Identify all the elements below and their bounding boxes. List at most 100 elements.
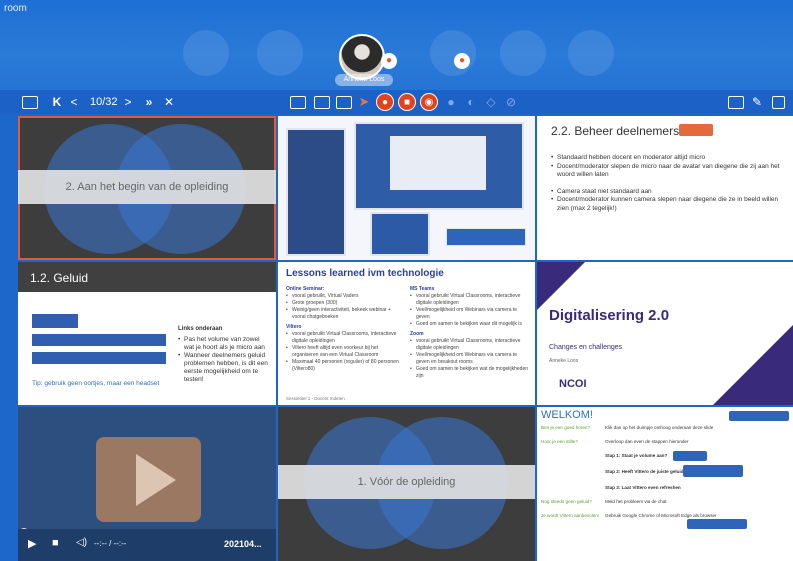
screenshot-image (446, 228, 526, 246)
play-overlay-icon[interactable] (136, 454, 176, 506)
avatar-slot[interactable] (500, 30, 546, 76)
bullet-item: Maximaal 40 personen (regulier) of 80 pe… (286, 359, 404, 373)
media-icon[interactable] (336, 96, 352, 109)
bullet-item: Weinig/geen interactiviteit, bekeek webi… (286, 307, 404, 321)
slide-thumbnail[interactable]: WELKOM! Ben je een goed horen? Klik dan o… (537, 407, 793, 561)
presenter-name: Anneke Loos (335, 74, 393, 86)
slide-toolbar: K < 10/32 > » ✕ ➤ ● ■ ◉ ● ◐ ◇ ⊘ ✎ (0, 90, 793, 114)
column-heading: MS Teams (410, 286, 435, 292)
play-icon[interactable]: ▶ (28, 537, 36, 550)
bullet-list: Standaard hebben docent en moderator alt… (551, 154, 787, 213)
row-question: Ben je een goed horen? (541, 425, 591, 430)
bullet-item: vooral gebruikt Virtual Classrooms, inte… (286, 331, 404, 345)
bullet-item: Docent/moderator slepen de micro naar de… (551, 163, 787, 180)
screen-share-icon[interactable] (314, 96, 330, 109)
presenter-credit: Anneke Loos (549, 358, 579, 364)
avatar-slot[interactable] (257, 30, 303, 76)
slide-footer: Sessietitel 1 - Docent Indeten (286, 396, 345, 401)
slide-thumbnail[interactable]: 1. Vóór de opleiding (278, 407, 535, 561)
slide-thumbnail[interactable]: 1.2. Geluid Links onderaan Pas het volum… (18, 262, 276, 405)
row-answer: Meld het probleem via de chat (605, 499, 667, 504)
video-title: 202104... (224, 539, 262, 549)
nav-first-icon[interactable]: K (50, 94, 64, 110)
slide-thumbnail[interactable] (278, 116, 535, 260)
slide-grid: 2. Aan het begin van de opleiding 2.2. B… (18, 116, 793, 561)
screenshot-image (687, 519, 747, 529)
slide-view-icon[interactable] (22, 96, 38, 109)
slide-title: WELKOM! (541, 409, 593, 421)
screenshot-image (673, 451, 707, 461)
row-answer: Overloop dan even de stappen hieronder (605, 439, 689, 444)
layout-icon[interactable]: ● (444, 94, 458, 110)
stop-icon[interactable]: ■ (52, 537, 59, 549)
video-thumbnail[interactable]: ▶ ■ ◁) --:-- / --:-- 202104... (18, 407, 276, 561)
video-controls: ▶ ■ ◁) --:-- / --:-- 202104... (18, 529, 276, 561)
box-heading: Links onderaan (178, 326, 223, 332)
slide-thumbnail[interactable]: 2.2. Beheer deelnemers Standaard hebben … (537, 116, 793, 260)
screenshot-image (32, 334, 166, 346)
avatar-slot[interactable] (183, 30, 229, 76)
right-column: MS Teams vooral gebruikt Virtual Classro… (410, 286, 528, 380)
slide-subtitle: Changes en challenges (549, 344, 623, 351)
screenshot-image (32, 352, 166, 364)
column-heading: Viltero (286, 324, 302, 330)
bullet-item: Veel/mogelijkheid om Webinars via camera… (410, 307, 528, 321)
nav-last-icon[interactable]: » (142, 94, 156, 110)
slide-title: 2.2. Beheer deelnemers (551, 124, 680, 138)
presenter-area: room Anneke Loos ● ● (0, 0, 793, 90)
bullet-list: vooral gebruikt Virtual Classrooms, inte… (410, 293, 528, 328)
bullet-list: vooral gebruikt Virtual Classrooms, inte… (286, 331, 404, 373)
ncoi-logo: NCOI (559, 378, 587, 390)
bullet-item: Viltero heeft altijd even voorkeur bij h… (286, 345, 404, 359)
screenshot-image (729, 411, 789, 421)
mic-icon[interactable]: ● (376, 93, 394, 111)
whiteboard-icon[interactable] (290, 96, 306, 109)
screenshot-image (354, 122, 524, 210)
window-icon[interactable] (728, 96, 744, 109)
slide-title: Digitalisering 2.0 (549, 307, 670, 324)
slide-title: 1. Vóór de opleiding (278, 465, 535, 499)
layout-icon[interactable]: ◇ (484, 94, 498, 110)
record-icon[interactable]: ◉ (420, 93, 438, 111)
slide-thumbnail[interactable]: Lessons learned ivm technologie Online S… (278, 262, 535, 405)
bullet-item: vooral gebruikt, Virtual Vaders (286, 293, 404, 300)
clipboard-icon[interactable] (772, 96, 785, 109)
bullet-list: vooral gebruikt Virtual Classrooms, inte… (410, 338, 528, 380)
nav-prev-icon[interactable]: < (68, 94, 80, 110)
bullet-list: vooral gebruikt, Virtual Vaders Grote gr… (286, 293, 404, 321)
avatar-slot[interactable] (568, 30, 614, 76)
welcome-steps: Ben je een goed horen? Klik dan op het du… (541, 425, 789, 519)
layout-icon[interactable]: ◐ (464, 94, 478, 110)
screenshot-image (32, 314, 78, 328)
room-label: room (4, 3, 27, 14)
row-answer: Klik dan op het duimpje omhoog onderaan … (605, 425, 714, 430)
bullet-item: vooral gebruikt Virtual Classrooms, inte… (410, 293, 528, 307)
slide-thumbnail[interactable]: Digitalisering 2.0 Changes en challenges… (537, 262, 793, 405)
mic-icon (679, 124, 713, 136)
camera-icon[interactable]: ■ (398, 93, 416, 111)
slide-title: Lessons learned ivm technologie (286, 268, 444, 279)
volume-icon[interactable]: ◁) (76, 537, 87, 548)
layout-icon[interactable]: ⊘ (504, 94, 518, 110)
edit-icon[interactable]: ✎ (750, 94, 764, 110)
bullet-item: Camera staat niet standaard aan (551, 188, 787, 197)
left-column: Online Seminar: vooral gebruikt, Virtual… (286, 286, 404, 373)
column-heading: Online Seminar: (286, 286, 325, 292)
bullet-item: Docent/moderator kunnen camera slepen na… (551, 196, 787, 213)
bullet-item: Grote groepen (300) (286, 300, 404, 307)
avatar-slot[interactable] (430, 30, 476, 76)
close-icon[interactable]: ✕ (162, 94, 176, 110)
bullet-item: Goed om samen te bekijken waar dit mogel… (410, 321, 528, 328)
slide-title: 1.2. Geluid (18, 262, 276, 292)
column-heading: Zoom (410, 331, 424, 337)
slide-thumbnail[interactable]: 2. Aan het begin van de opleiding (18, 116, 276, 260)
page-counter: 10/32 (90, 96, 118, 108)
bullet-list: Pas het volume van zowel wat je hoort al… (178, 336, 270, 384)
video-time: --:-- / --:-- (94, 539, 127, 548)
mic-icon[interactable]: ● (381, 53, 397, 69)
mic-icon[interactable]: ● (454, 53, 470, 69)
row-question: Je wordt Vittero aanbevolen! (541, 513, 600, 518)
nav-next-icon[interactable]: > (122, 94, 134, 110)
bullet-item: Pas het volume van zowel wat je hoort al… (178, 336, 270, 352)
pointer-icon[interactable]: ➤ (356, 94, 372, 110)
